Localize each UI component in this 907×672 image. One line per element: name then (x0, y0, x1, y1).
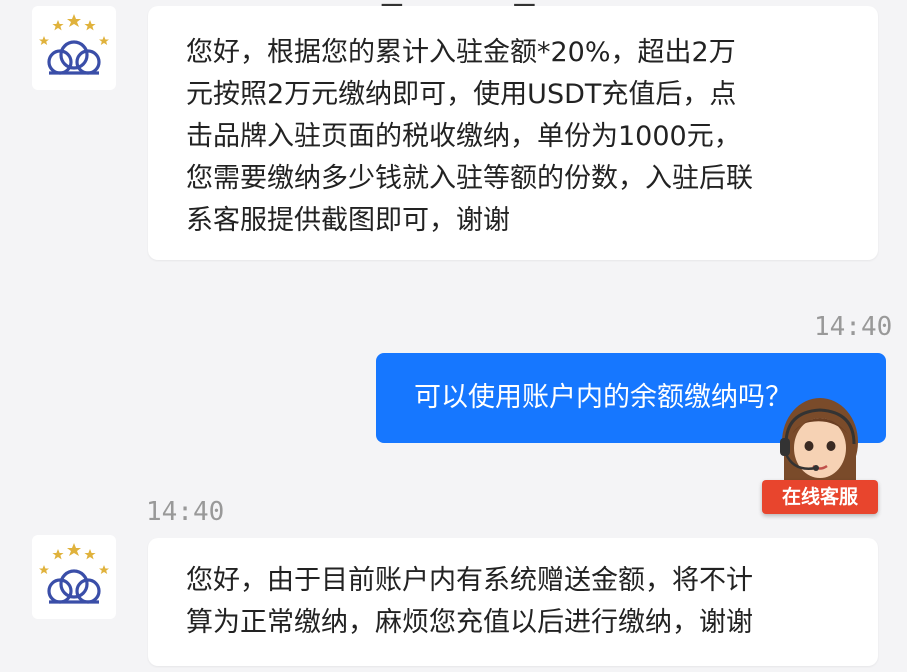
message-line: 系客服提供截图即可，谢谢 (186, 205, 510, 236)
support-agent-avatar-icon (780, 398, 858, 488)
agent-avatar[interactable] (32, 6, 116, 90)
message-timestamp: 14:40 (146, 497, 225, 527)
message-line: 您好，由于目前账户内有系统赠送金额，将不计 (186, 565, 753, 596)
message-line: 击品牌入驻页面的税收缴纳，单份为1000元， (186, 121, 741, 152)
message-line: 算为正常缴纳，麻烦您充值以后进行缴纳，谢谢 (186, 607, 753, 638)
message-line: 您好，根据您的累计入驻金额*20%，超出2万 (186, 37, 736, 68)
message-timestamp: 14:40 (814, 312, 893, 342)
message-line: 您需要缴纳多少钱就入驻等额的份数，入驻后联 (186, 163, 753, 194)
agent-avatar[interactable] (32, 535, 116, 619)
cloud-logo-icon (39, 14, 109, 75)
message-line: 元按照2万元缴纳即可，使用USDT充值后，点 (186, 79, 737, 110)
online-support-widget[interactable]: 在线客服 (758, 392, 882, 522)
incoming-message-bubble[interactable]: 您好，根据您的累计入驻金额*20%，超出2万 元按照2万元缴纳即可，使用USDT… (148, 6, 878, 260)
incoming-message-bubble[interactable]: 您好，由于目前账户内有系统赠送金额，将不计 算为正常缴纳，麻烦您充值以后进行缴纳… (148, 538, 878, 666)
cloud-logo-icon (39, 543, 109, 604)
support-label: 在线客服 (762, 480, 878, 514)
